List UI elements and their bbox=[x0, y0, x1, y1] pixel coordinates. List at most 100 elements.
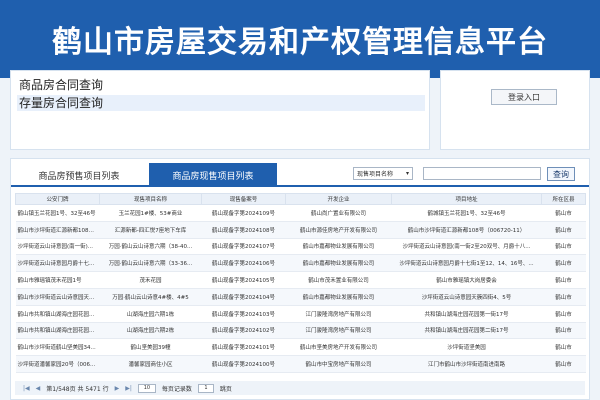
table-cell: 鹤山镇玉兰花园1号、32至46号 bbox=[15, 204, 100, 222]
table-cell: 鹤山现备字第2024100号 bbox=[201, 355, 286, 373]
first-page-icon[interactable]: |◀ bbox=[23, 385, 30, 392]
table-cell: 鹤山市 bbox=[541, 254, 586, 273]
table-cell: 沙坪街道潘馨家园20号（006... bbox=[15, 355, 100, 373]
query-link-new-house[interactable]: 商品房合同查询 bbox=[17, 77, 425, 93]
table-cell: 鹤山市沙坪街道汇源新都108号（006720-11） bbox=[391, 221, 542, 239]
pager: |◀ ◀ 第1/548页 共 5471 行 ▶ ▶| 10 每页记录数 1 跳页 bbox=[15, 381, 585, 395]
table-cell: 鹤山现备字第2024103号 bbox=[201, 305, 286, 323]
table-cell: 江门市鹤山市沙坪街道南进南路 bbox=[391, 355, 542, 373]
tab-presale-list[interactable]: 商品房预售项目列表 bbox=[15, 163, 143, 187]
page-suffix: 行 bbox=[102, 385, 109, 393]
table-cell: 鹤山市嘉都物业发展有限公司 bbox=[285, 288, 392, 306]
table-cell: 鹤山市雅瑶镇茂禾花园1号 bbox=[15, 271, 100, 289]
table-cell: 鹤山市 bbox=[541, 288, 586, 306]
col-header[interactable]: 公安门牌 bbox=[15, 193, 100, 205]
top-row: 商品房合同查询 存量房合同查询 登录入口 bbox=[10, 60, 590, 152]
table-cell: 鹤山市沙坪街道汇源新都108号... bbox=[15, 221, 100, 239]
search-input[interactable] bbox=[423, 167, 541, 180]
table-row[interactable]: 鹤山市共和镇山湖海庄园花园... 山湖海庄园六期1栋 鹤山现备字第2024103号江… bbox=[15, 305, 586, 323]
table-cell: 江门骏隆湾房地产有限公司 bbox=[285, 305, 392, 323]
tab-current-sale-list[interactable]: 商品房现售项目列表 bbox=[149, 163, 277, 187]
site-title: 鹤山市房屋交易和产权管理信息平台 bbox=[52, 25, 548, 60]
table-cell: 鹤山现备字第2024106号 bbox=[201, 254, 286, 273]
col-header[interactable]: 开发企业 bbox=[285, 193, 392, 205]
table-cell: 鹤山市 bbox=[541, 305, 586, 323]
table-cell: 鹤山现备字第2024108号 bbox=[201, 221, 286, 239]
table-cell: 鹤山市雅瑶镇大岗居委会 bbox=[391, 271, 542, 289]
goto-page-button[interactable]: 跳页 bbox=[220, 384, 232, 393]
row-total: 5471 bbox=[85, 385, 101, 393]
table-row[interactable]: 鹤山市沙坪街道云山诗意园天... 万园·鹤山云山诗意4#楼、4#5 鹤山现备字第20… bbox=[15, 288, 586, 306]
table-cell: 沙坪街道云山诗意园天簇四街4、5号 bbox=[391, 288, 542, 306]
col-header[interactable]: 现售项目名称 bbox=[99, 193, 202, 205]
project-table: 公安门牌 现售项目名称 现售备案号 开发企业 项目地址 所在区县 鹤山镇玉兰花园… bbox=[15, 193, 586, 373]
table-cell: 鹤山坚美园39幢 bbox=[99, 338, 202, 357]
table-cell: 鹤山市沙坪街道云山诗意园天... bbox=[15, 288, 100, 306]
table-header-row: 公安门牌 现售项目名称 现售备案号 开发企业 项目地址 所在区县 bbox=[15, 193, 586, 205]
table-cell: 共和镇山湖海庄园花园第二街17号 bbox=[391, 322, 542, 340]
table-cell: 鹤山市坚美房地产开发有限公司 bbox=[285, 338, 392, 357]
table-cell: 茂禾花园 bbox=[99, 271, 202, 289]
table-cell: 鹤山现备字第2024104号 bbox=[201, 288, 286, 306]
page-middle: /548页 共 bbox=[56, 385, 84, 393]
project-list-panel: 商品房预售项目列表 商品房现售项目列表 现售项目名称 ▾ 查询 公安门牌 现售项… bbox=[10, 158, 590, 400]
search-field-select[interactable]: 现售项目名称 ▾ bbox=[353, 167, 413, 180]
table-cell: 鹤山市茂禾置业有限公司 bbox=[285, 271, 392, 289]
table-cell: 鹤山现备字第2024109号 bbox=[201, 204, 286, 222]
page-info: 第1/548页 共 5471 行 bbox=[46, 384, 108, 393]
prev-page-icon[interactable]: ◀ bbox=[36, 385, 41, 392]
table-cell: 鹤山市 bbox=[541, 322, 586, 340]
table-cell: 沙坪街道坚美园 bbox=[391, 338, 542, 357]
per-page-select[interactable]: 10 bbox=[137, 383, 156, 393]
table-cell: 鹤山市 bbox=[541, 355, 586, 373]
table-cell: 鹤山市源佳房地产开发有限公司 bbox=[285, 221, 392, 239]
chevron-down-icon: ▾ bbox=[405, 170, 409, 177]
table-row[interactable]: 沙坪街道潘馨家园20号（006... 潘馨家园商住小区 鹤山现备字第2024100号… bbox=[15, 355, 586, 373]
table-cell: 鹤山市 bbox=[541, 238, 586, 256]
search-button[interactable]: 查询 bbox=[547, 167, 575, 181]
table-cell: 山湖海庄园六期2栋 bbox=[99, 322, 202, 340]
table-cell: 沙坪街道云山诗意园月爵十七街1至12、14、16号、... bbox=[391, 254, 542, 273]
table-cell: 鹤城镇玉兰花园1号、32至46号 bbox=[391, 204, 542, 222]
table-cell: 玉兰花园1#楼、53#商业 bbox=[99, 204, 202, 222]
table-cell: 鹤山市共和镇山湖海庄园花园... bbox=[15, 305, 100, 323]
table-cell: 沙坪街道云山诗意园(南一街2至20双号、月爵十八... bbox=[391, 238, 542, 256]
table-cell: 江门骏隆湾房地产有限公司 bbox=[285, 322, 392, 340]
table-cell: 鹤山市中宝房地产有限公司 bbox=[285, 355, 392, 373]
col-header[interactable]: 现售备案号 bbox=[201, 193, 286, 205]
table-row[interactable]: 鹤山镇玉兰花园1号、32至46号 玉兰花园1#楼、53#商业 鹤山现备字第20241… bbox=[15, 204, 586, 222]
table-row[interactable]: 沙坪街道云山诗意园(南一街)... 万园·鹤山云山诗意六期（38-40... 鹤山现… bbox=[15, 238, 586, 256]
search-field-label: 现售项目名称 bbox=[357, 171, 394, 178]
table-cell: 汇源新都-四汇悦7座地下车库 bbox=[99, 221, 202, 239]
table-cell: 万园·鹤山云山诗意六期（33-36... bbox=[99, 254, 202, 273]
table-cell: 沙坪街道云山诗意园(南一街)... bbox=[15, 238, 100, 256]
table-cell: 沙坪街道云山诗意园月爵十七... bbox=[15, 254, 100, 273]
col-header[interactable]: 所在区县 bbox=[541, 193, 586, 205]
login-button[interactable]: 登录入口 bbox=[491, 89, 557, 105]
col-header[interactable]: 项目地址 bbox=[391, 193, 542, 205]
table-cell: 鹤山市 bbox=[541, 221, 586, 239]
table-cell: 鹤山现备字第2024102号 bbox=[201, 322, 286, 340]
query-link-existing-house[interactable]: 存量房合同查询 bbox=[17, 95, 425, 111]
table-cell: 鹤山现备字第2024105号 bbox=[201, 271, 286, 289]
table-cell: 万园·鹤山云山诗意4#楼、4#5 bbox=[99, 288, 202, 306]
table-row[interactable]: 沙坪街道云山诗意园月爵十七... 万园·鹤山云山诗意六期（33-36... 鹤山现备… bbox=[15, 254, 586, 273]
table-cell: 鹤山市共和镇山湖海庄园花园... bbox=[15, 322, 100, 340]
table-cell: 鹤山市嘉都物业发展有限公司 bbox=[285, 238, 392, 256]
table-cell: 潘馨家园商住小区 bbox=[99, 355, 202, 373]
table-cell: 万园·鹤山云山诗意六期（38-40... bbox=[99, 238, 202, 256]
table-cell: 鹤山市 bbox=[541, 204, 586, 222]
table-cell: 鹤山市 bbox=[541, 271, 586, 289]
table-row[interactable]: 鹤山市共和镇山湖海庄园花园... 山湖海庄园六期2栋 鹤山现备字第2024102号江… bbox=[15, 322, 586, 340]
last-page-icon[interactable]: ▶| bbox=[125, 385, 132, 392]
goto-page-input[interactable]: 1 bbox=[197, 383, 214, 393]
contract-query-panel: 商品房合同查询 存量房合同查询 bbox=[10, 70, 430, 150]
table-row[interactable]: 鹤山市沙坪街道鹤山坚美园34... 鹤山坚美园39幢 鹤山现备字第2024101号鹤… bbox=[15, 338, 586, 357]
table-cell: 鹤山市沙坪街道鹤山坚美园34... bbox=[15, 338, 100, 357]
next-page-icon[interactable]: ▶ bbox=[115, 385, 120, 392]
table-row[interactable]: 鹤山市沙坪街道汇源新都108号... 汇源新都-四汇悦7座地下车库 鹤山现备字第20… bbox=[15, 221, 586, 239]
table-row[interactable]: 鹤山市雅瑶镇茂禾花园1号 茂禾花园 鹤山现备字第2024105号 鹤山市茂禾置业有限公… bbox=[15, 271, 586, 289]
table-cell: 山湖海庄园六期1栋 bbox=[99, 305, 202, 323]
per-page-label: 每页记录数 bbox=[161, 385, 192, 393]
table-cell: 鹤山市嘉都物业发展有限公司 bbox=[285, 254, 392, 273]
